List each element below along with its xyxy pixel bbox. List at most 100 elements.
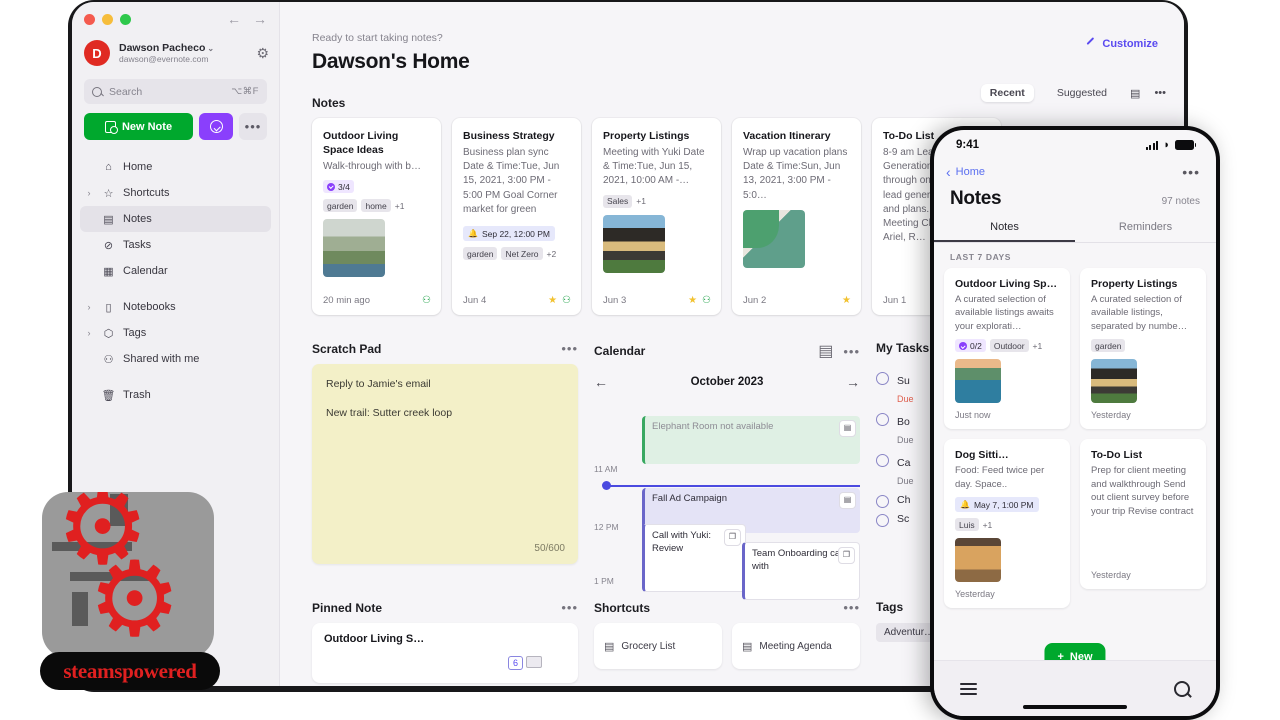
calendar-icon[interactable]: ▤: [818, 341, 833, 361]
shortcut-item[interactable]: ▤ Grocery List: [594, 623, 722, 669]
note-tag[interactable]: home: [361, 199, 391, 213]
keyboard-icon[interactable]: [526, 656, 542, 668]
calendar-event[interactable]: Team Onboarding call with ❐: [742, 542, 860, 600]
note-tag[interactable]: garden: [463, 247, 498, 260]
sidebar-item-trash[interactable]: 🗑 Trash: [80, 382, 271, 408]
phone-back-label: Home: [955, 166, 986, 178]
calendar-more-button[interactable]: •••: [843, 344, 860, 359]
note-card[interactable]: Business Strategy Business plan sync Dat…: [452, 118, 581, 315]
phone-note-card[interactable]: Dog Sitti… Food: Feed twice per day. Spa…: [944, 439, 1070, 609]
calendar-month-nav: ← October 2023 →: [594, 374, 860, 390]
sidebar-item-tags[interactable]: › ⬡ Tags: [80, 320, 271, 346]
phone-tab-reminders[interactable]: Reminders: [1075, 221, 1216, 242]
gear-icon[interactable]: ⚙: [256, 45, 269, 62]
note-snippet: Wrap up vacation plans Date & Time:Sun, …: [743, 147, 848, 201]
help-badge[interactable]: 6: [508, 656, 524, 670]
note-card[interactable]: Property Listings Meeting with Yuki Date…: [592, 118, 721, 315]
note-tag-overflow[interactable]: +1: [983, 518, 997, 531]
note-tag-overflow[interactable]: +1: [636, 195, 650, 208]
sidebar-item-shared-with-me[interactable]: ⚇ Shared with me: [80, 346, 271, 372]
back-arrow-icon[interactable]: ←: [227, 12, 241, 26]
calendar-prev-button[interactable]: ←: [594, 374, 608, 390]
task-checkbox[interactable]: [876, 454, 889, 467]
calendar-event[interactable]: Elephant Room not available ▤: [642, 416, 860, 464]
sidebar-more-button[interactable]: •••: [239, 113, 267, 140]
copy-note-icon[interactable]: ❐: [724, 529, 741, 546]
note-add-icon[interactable]: ▤: [839, 492, 856, 509]
note-reminder[interactable]: 🔔 Sep 22, 12:00 PM: [463, 226, 556, 241]
sidebar-item-notes[interactable]: ▤ Notes: [80, 206, 271, 232]
note-card[interactable]: Vacation Itinerary Wrap up vacation plan…: [732, 118, 861, 315]
sidebar-item-notebooks[interactable]: › ▯ Notebooks: [80, 294, 271, 320]
note-add-icon[interactable]: ▤: [1130, 87, 1140, 100]
scratch-pad-editor[interactable]: Reply to Jamie's email New trail: Sutter…: [312, 364, 578, 564]
task-checkbox[interactable]: [876, 413, 889, 426]
star-icon: ★: [548, 295, 558, 306]
minimize-window-button[interactable]: [102, 13, 113, 25]
account-switcher[interactable]: D Dawson Pacheco ⌄ dawson@evernote.com ⚙: [72, 36, 279, 66]
pencil-icon: [1085, 39, 1096, 50]
sidebar-item-calendar[interactable]: ▦ Calendar: [80, 258, 271, 284]
phone-tab-notes[interactable]: Notes: [934, 221, 1075, 242]
sidebar-item-tasks[interactable]: ⊘ Tasks: [80, 232, 271, 258]
section-title: Calendar: [594, 344, 646, 358]
note-card[interactable]: Outdoor Living Space Ideas Walk-through …: [312, 118, 441, 315]
sidebar-item-home[interactable]: ⌂ Home: [80, 154, 271, 180]
task-checkbox[interactable]: [876, 372, 889, 385]
note-tag[interactable]: garden: [323, 199, 358, 213]
task-due: Due: [897, 476, 914, 486]
tab-recent[interactable]: Recent: [980, 84, 1034, 102]
search-input[interactable]: Search ⌥⌘F: [84, 79, 267, 104]
phone-more-button[interactable]: •••: [1182, 164, 1200, 180]
copy-note-icon[interactable]: ❐: [838, 547, 855, 564]
note-tag[interactable]: Outdoor: [989, 339, 1029, 353]
wifi-icon: ◗: [1163, 138, 1170, 151]
close-window-button[interactable]: [84, 13, 95, 25]
shortcuts-more-button[interactable]: •••: [843, 600, 860, 615]
task-checkbox[interactable]: [876, 514, 889, 527]
maximize-window-button[interactable]: [120, 13, 131, 25]
task-check-icon: [959, 341, 967, 350]
tag-icon: ⬡: [103, 327, 114, 340]
chevron-down-icon[interactable]: ⌄: [207, 44, 214, 53]
task-checkbox[interactable]: [876, 495, 889, 508]
pinned-note-more-button[interactable]: •••: [561, 600, 578, 615]
tab-suggested[interactable]: Suggested: [1048, 84, 1116, 102]
hamburger-icon[interactable]: [960, 682, 977, 695]
sidebar-item-shortcuts[interactable]: › ☆ Shortcuts: [80, 180, 271, 206]
phone-note-card[interactable]: Outdoor Living Sp… A curated selection o…: [944, 268, 1070, 430]
phone-statusbar: 9:41 ◗: [934, 130, 1216, 160]
account-email: dawson@evernote.com: [119, 54, 209, 64]
phone-note-count: 97 notes: [1161, 196, 1200, 207]
note-date: Yesterday: [955, 589, 995, 600]
scratch-pad-more-button[interactable]: •••: [561, 341, 578, 356]
calendar-next-button[interactable]: →: [846, 374, 860, 390]
note-tag[interactable]: Sales: [603, 194, 633, 208]
search-icon: [92, 86, 102, 97]
note-tag[interactable]: Net Zero: [501, 247, 543, 260]
phone-note-card[interactable]: To-Do List Prep for client meeting and w…: [1080, 439, 1206, 590]
forward-arrow-icon[interactable]: →: [253, 12, 267, 26]
calendar-event[interactable]: Call with Yuki: Review ❐: [642, 524, 746, 592]
twisty-icon[interactable]: ›: [84, 188, 94, 198]
pinned-note-card[interactable]: Outdoor Living S…: [312, 623, 578, 683]
note-reminder[interactable]: 🔔 May 7, 1:00 PM: [955, 497, 1039, 513]
notes-more-button[interactable]: •••: [1154, 87, 1166, 99]
note-tag[interactable]: Luis: [955, 518, 979, 532]
note-tag-overflow[interactable]: +1: [395, 199, 409, 212]
note-tag-overflow[interactable]: +1: [1033, 339, 1047, 352]
scratch-pad-line: New trail: Sutter creek loop: [326, 407, 453, 419]
new-task-button[interactable]: [199, 113, 233, 140]
twisty-icon[interactable]: ›: [84, 328, 94, 338]
shortcut-item[interactable]: ▤ Meeting Agenda: [732, 623, 860, 669]
add-event-icon[interactable]: ▤: [839, 420, 856, 437]
search-icon[interactable]: [1174, 680, 1190, 697]
customize-button[interactable]: Customize: [1085, 32, 1158, 50]
note-tag[interactable]: garden: [1091, 339, 1126, 353]
phone-back-button[interactable]: ‹ Home: [946, 165, 985, 179]
new-note-button[interactable]: New Note: [84, 113, 193, 140]
twisty-icon[interactable]: ›: [84, 302, 94, 312]
note-tag-overflow[interactable]: +2: [547, 247, 561, 260]
phone-note-card[interactable]: Property Listings A curated selection of…: [1080, 268, 1206, 430]
note-title: Property Listings: [603, 130, 690, 142]
